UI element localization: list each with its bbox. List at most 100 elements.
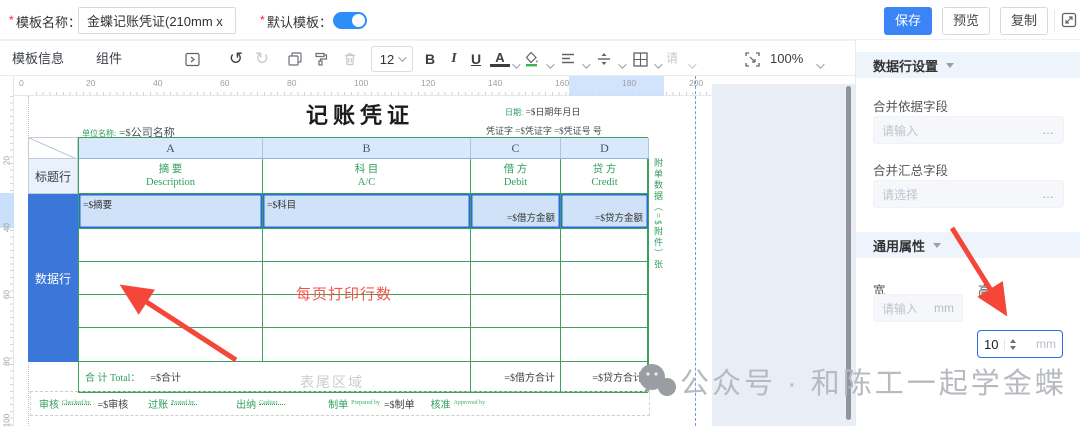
empty-cell[interactable] (79, 295, 263, 328)
col-letter[interactable]: D (561, 138, 649, 159)
ellipsis-icon[interactable]: … (1042, 123, 1055, 137)
print-rows-annotation: 每页打印行数 (296, 283, 446, 304)
empty-cell[interactable] (561, 262, 649, 295)
header-cell-credit[interactable]: 贷 方Credit (561, 159, 649, 194)
empty-cell[interactable] (561, 295, 649, 328)
vertical-align-icon[interactable] (594, 49, 614, 69)
ruler-label: 20 (86, 78, 95, 88)
attachment-count-vertical[interactable]: 附单数据（=$附件）张 (652, 158, 665, 348)
signer-posted: 过账Posted by (148, 396, 200, 411)
data-cell-debit[interactable]: =$借方金额 (471, 194, 561, 229)
page-boundary-line (695, 76, 696, 426)
font-color-icon[interactable]: A (490, 51, 510, 67)
format-painter-icon[interactable] (311, 49, 331, 69)
table-corner-cell (28, 137, 78, 159)
header-cell-summary[interactable]: 摘 要Description (79, 159, 263, 194)
ruler-label: 40 (153, 78, 162, 88)
canvas-off-page-area (712, 84, 855, 426)
underline-icon[interactable]: U (466, 49, 486, 69)
ruler-label: 60 (3, 288, 12, 302)
tab-components[interactable]: 组件 (96, 41, 122, 76)
panel-toggle-icon[interactable] (182, 49, 202, 69)
data-cell-credit[interactable]: =$贷方金额 (561, 194, 649, 229)
fill-color-icon[interactable] (522, 49, 542, 69)
date-label: 日期: (505, 108, 523, 117)
height-input[interactable]: 10 mm (977, 330, 1063, 358)
ruler-selection-band (569, 76, 664, 96)
bold-icon[interactable]: B (420, 49, 440, 69)
voucher-date-field[interactable]: 日期: =$日期年月日 (505, 105, 580, 118)
total-cell[interactable]: 合 计 Total： =$合计 (79, 362, 471, 392)
tab-template-info[interactable]: 模板信息 (12, 41, 64, 76)
empty-cell[interactable] (79, 229, 263, 262)
borders-icon[interactable] (630, 49, 650, 69)
empty-cell[interactable] (561, 229, 649, 262)
default-template-toggle[interactable] (333, 12, 367, 29)
top-bar: * 模板名称： * 默认模板： 保存 预览 复制 (0, 0, 1080, 40)
voucher-table[interactable]: A B C D 摘 要Description 科 目A/C 借 方Debit 贷… (78, 137, 648, 393)
company-name-field[interactable]: 单位名称: =$公司名称 (82, 124, 282, 138)
header-cell-debit[interactable]: 借 方Debit (471, 159, 561, 194)
width-input[interactable]: 请输入 mm (873, 294, 963, 322)
empty-cell[interactable] (561, 328, 649, 362)
template-name-input[interactable] (78, 7, 236, 34)
empty-cell[interactable] (471, 295, 561, 328)
collapse-caret-icon[interactable] (933, 243, 941, 248)
font-size-select[interactable]: 12 (371, 46, 413, 72)
fullscreen-expand-icon[interactable] (1058, 9, 1080, 31)
ruler-label: 160 (555, 78, 569, 88)
empty-cell[interactable] (263, 328, 471, 362)
signer-row[interactable]: 审核Checked by=$审核 过账Posted by 出纳Cashier 制… (30, 391, 650, 416)
italic-icon[interactable]: I (444, 49, 464, 69)
empty-cell[interactable] (471, 328, 561, 362)
total-label: 合 计 Total： (85, 369, 140, 384)
save-button[interactable]: 保存 (884, 7, 932, 35)
select-area-icon[interactable] (742, 49, 762, 69)
required-mark: * (260, 13, 265, 27)
row-label-data[interactable]: 数据行 (28, 194, 78, 362)
col-letter[interactable]: A (79, 138, 263, 159)
ellipsis-icon[interactable]: … (1042, 187, 1055, 201)
collapse-caret-icon[interactable] (946, 63, 954, 68)
header-cell-account[interactable]: 科 目A/C (263, 159, 471, 194)
stepper-icon[interactable] (1004, 339, 1016, 350)
col-letter[interactable]: B (263, 138, 471, 159)
placeholder-text: 请选择 (882, 186, 918, 203)
step-up-icon[interactable] (1010, 339, 1016, 343)
horizontal-ruler: 0 20 40 60 80 100 120 140 160 180 200 (14, 76, 712, 96)
data-cell-account[interactable]: =$科目 (263, 194, 471, 229)
data-cell-summary[interactable]: =$摘要 (79, 194, 263, 229)
row-label-title[interactable]: 标题行 (28, 159, 78, 194)
empty-cell[interactable] (79, 262, 263, 295)
voucher-no-field[interactable]: 凭证字 =$凭证字 =$凭证号 号 (486, 124, 666, 138)
footer-zone-watermark: 表尾区域 (300, 372, 364, 392)
empty-cell[interactable] (263, 229, 471, 262)
total-value: =$合计 (150, 369, 181, 384)
vertical-scrollbar[interactable] (846, 86, 851, 420)
horizontal-align-icon[interactable] (558, 49, 578, 69)
voucher-title[interactable]: 记账凭证 (250, 98, 470, 130)
col-letter[interactable]: C (471, 138, 561, 159)
design-canvas[interactable]: 0 20 40 60 80 100 120 140 160 180 200 20… (0, 76, 855, 426)
preview-button[interactable]: 预览 (942, 7, 990, 35)
total-debit-cell[interactable]: =$借方合计 (471, 362, 561, 392)
redo-icon[interactable]: ↻ (252, 49, 272, 69)
merge-summary-input[interactable]: 请选择 … (873, 180, 1064, 208)
ruler-label: 140 (488, 78, 502, 88)
total-credit-cell[interactable]: =$贷方合计 (561, 362, 649, 392)
section-general-props[interactable]: 通用属性 (856, 232, 1080, 258)
copy-button[interactable]: 复制 (1000, 7, 1048, 35)
section-data-row-settings[interactable]: 数据行设置 (856, 52, 1080, 78)
empty-cell[interactable] (471, 229, 561, 262)
merge-basis-input[interactable]: 请输入 … (873, 116, 1064, 144)
toolbar: 模板信息 组件 ↺ ↻ 12 B I U A 请 100% (0, 40, 855, 76)
delete-icon[interactable] (340, 49, 360, 69)
zoom-select[interactable]: 100% (770, 41, 803, 76)
ruler-label: 180 (622, 78, 636, 88)
empty-cell[interactable] (471, 262, 561, 295)
undo-icon[interactable]: ↺ (226, 49, 246, 69)
copy-element-icon[interactable] (285, 49, 305, 69)
height-label: 高 (978, 280, 991, 299)
empty-cell[interactable] (79, 328, 263, 362)
step-down-icon[interactable] (1010, 346, 1016, 350)
